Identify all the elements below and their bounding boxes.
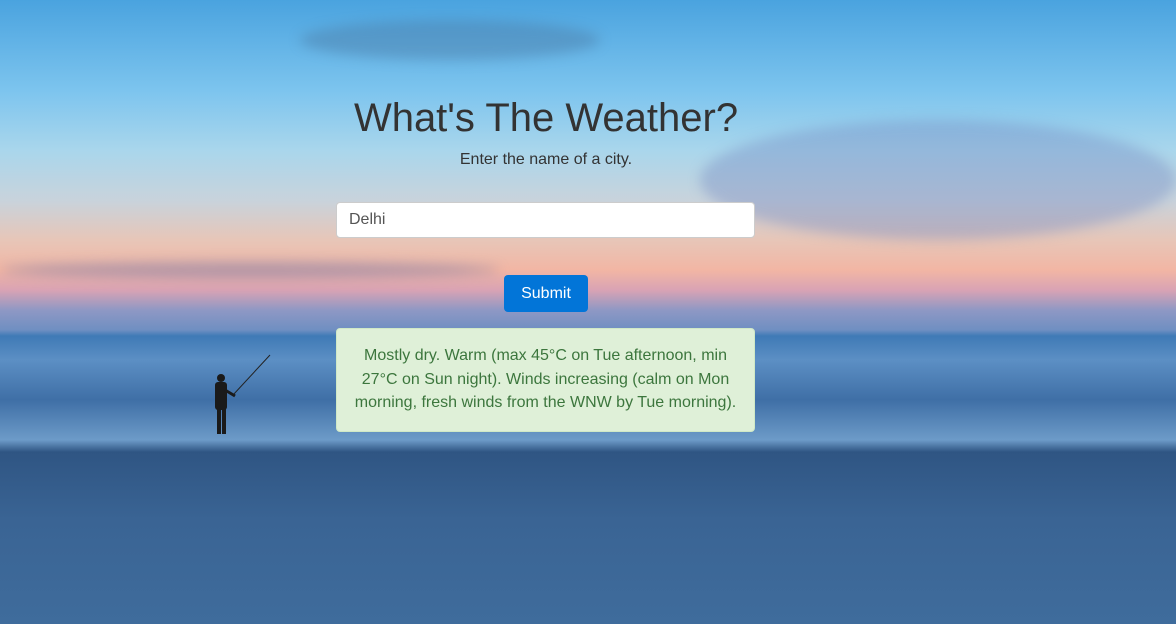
city-input[interactable] [336, 202, 755, 238]
cloud [300, 20, 600, 60]
cloud [0, 262, 500, 278]
beach-sunset-background [0, 0, 1176, 624]
fisherman-silhouette [215, 354, 271, 434]
weather-result-alert: Mostly dry. Warm (max 45°C on Tue aftern… [336, 328, 755, 432]
page-subtitle: Enter the name of a city. [459, 151, 633, 168]
submit-button[interactable]: Submit [504, 275, 588, 312]
page-title: What's The Weather? [353, 96, 739, 140]
